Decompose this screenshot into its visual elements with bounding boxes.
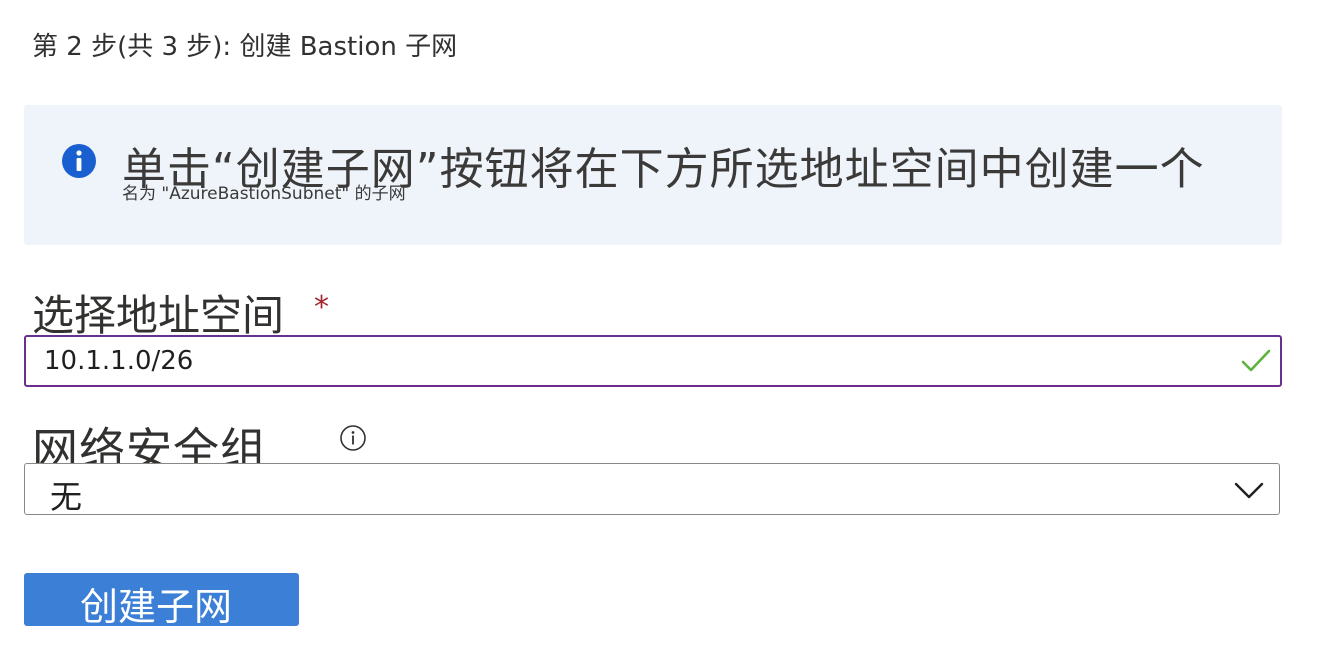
address-space-value[interactable]: 10.1.1.0/26	[44, 344, 193, 378]
info-circle-icon[interactable]	[339, 424, 367, 452]
nsg-selected-value[interactable]: 无	[50, 477, 82, 517]
info-banner-subtext: 名为 "AzureBastionSubnet" 的子网	[122, 184, 406, 204]
create-subnet-button[interactable]	[24, 573, 299, 626]
info-icon	[62, 144, 96, 178]
bastion-subnet-step: 第 2 步(共 3 步): 创建 Bastion 子网 单击“创建子网”按钮将在…	[0, 0, 1320, 657]
required-marker: *	[314, 290, 329, 325]
chevron-down-icon[interactable]	[1233, 478, 1265, 502]
address-space-input[interactable]	[24, 335, 1282, 387]
nsg-dropdown[interactable]	[24, 463, 1280, 515]
checkmark-icon	[1241, 349, 1271, 372]
step-title: 第 2 步(共 3 步): 创建 Bastion 子网	[32, 32, 458, 62]
